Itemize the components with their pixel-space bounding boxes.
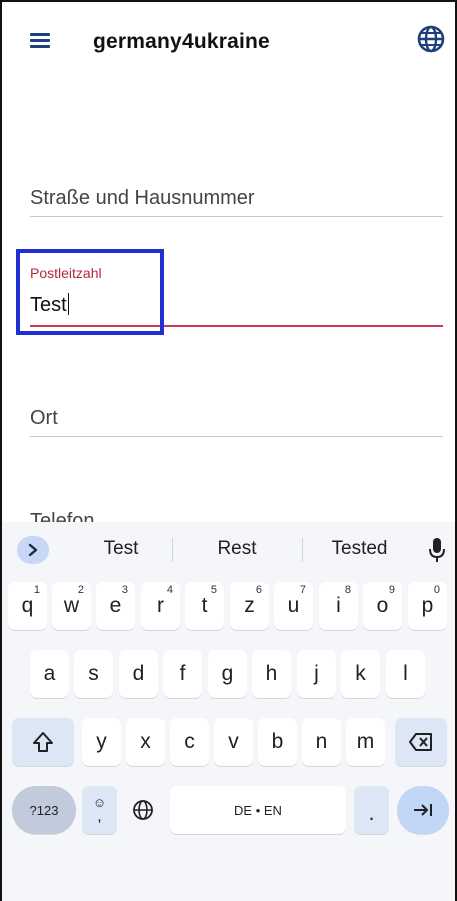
next-field-key[interactable] — [397, 786, 449, 834]
key-h[interactable]: h — [252, 650, 291, 698]
key-d[interactable]: d — [119, 650, 158, 698]
key-n[interactable]: n — [302, 718, 341, 766]
key-y[interactable]: y — [82, 718, 121, 766]
suggestion-2[interactable]: Rest — [187, 538, 287, 560]
street-field[interactable]: Straße und Hausnummer — [30, 175, 443, 220]
period-key[interactable]: . — [354, 786, 389, 834]
key-t[interactable]: t5 — [185, 582, 224, 630]
key-p[interactable]: p0 — [408, 582, 447, 630]
suggestion-divider — [172, 538, 173, 562]
key-s[interactable]: s — [74, 650, 113, 698]
focus-highlight-box — [16, 249, 164, 335]
key-r[interactable]: r4 — [141, 582, 180, 630]
street-field-label: Straße und Hausnummer — [30, 187, 255, 209]
phone-field-label-partial: Telefon — [30, 510, 95, 522]
key-j[interactable]: j — [297, 650, 336, 698]
key-a[interactable]: a — [30, 650, 69, 698]
key-k[interactable]: k — [341, 650, 380, 698]
tab-next-arrow-icon — [414, 804, 432, 816]
soft-keyboard: Test Rest Tested q1 w2 e3 r4 t5 z6 u7 i8… — [2, 522, 455, 901]
suggestion-bar: Test Rest Tested — [2, 522, 455, 578]
menu-icon[interactable] — [30, 33, 50, 48]
app-title: germany4ukraine — [93, 30, 270, 53]
comma-label: , — [97, 808, 102, 825]
key-e[interactable]: e3 — [96, 582, 135, 630]
key-z[interactable]: z6 — [230, 582, 269, 630]
keyboard-globe-icon — [133, 800, 153, 820]
key-m[interactable]: m — [346, 718, 385, 766]
suggestion-3[interactable]: Tested — [307, 538, 412, 560]
backspace-icon — [409, 733, 432, 751]
city-field-underline — [30, 436, 443, 437]
city-field-label: Ort — [30, 407, 58, 429]
microphone-icon[interactable] — [428, 536, 446, 564]
street-field-underline — [30, 216, 443, 217]
language-switch-key[interactable] — [124, 786, 162, 834]
symbols-key[interactable]: ?123 — [12, 786, 76, 834]
backspace-key[interactable] — [395, 718, 447, 766]
key-q[interactable]: q1 — [8, 582, 47, 630]
emoji-comma-key[interactable]: ☺ , — [82, 786, 117, 834]
suggestion-1[interactable]: Test — [72, 538, 170, 560]
key-b[interactable]: b — [258, 718, 297, 766]
key-v[interactable]: v — [214, 718, 253, 766]
keyboard-bottom-padding — [2, 880, 455, 901]
language-globe-icon[interactable] — [416, 24, 446, 54]
key-c[interactable]: c — [170, 718, 209, 766]
chevron-right-icon — [28, 543, 38, 557]
key-i[interactable]: i8 — [319, 582, 358, 630]
key-l[interactable]: l — [386, 650, 425, 698]
key-f[interactable]: f — [163, 650, 202, 698]
shift-key[interactable] — [12, 718, 74, 766]
shift-arrow-icon — [33, 732, 53, 752]
suggestion-divider — [302, 538, 303, 562]
key-x[interactable]: x — [126, 718, 165, 766]
expand-toolbar-button[interactable] — [17, 536, 49, 564]
key-o[interactable]: o9 — [363, 582, 402, 630]
key-u[interactable]: u7 — [274, 582, 313, 630]
city-field[interactable]: Ort — [30, 395, 443, 440]
space-key[interactable]: DE • EN — [170, 786, 346, 834]
key-w[interactable]: w2 — [52, 582, 91, 630]
key-g[interactable]: g — [208, 650, 247, 698]
